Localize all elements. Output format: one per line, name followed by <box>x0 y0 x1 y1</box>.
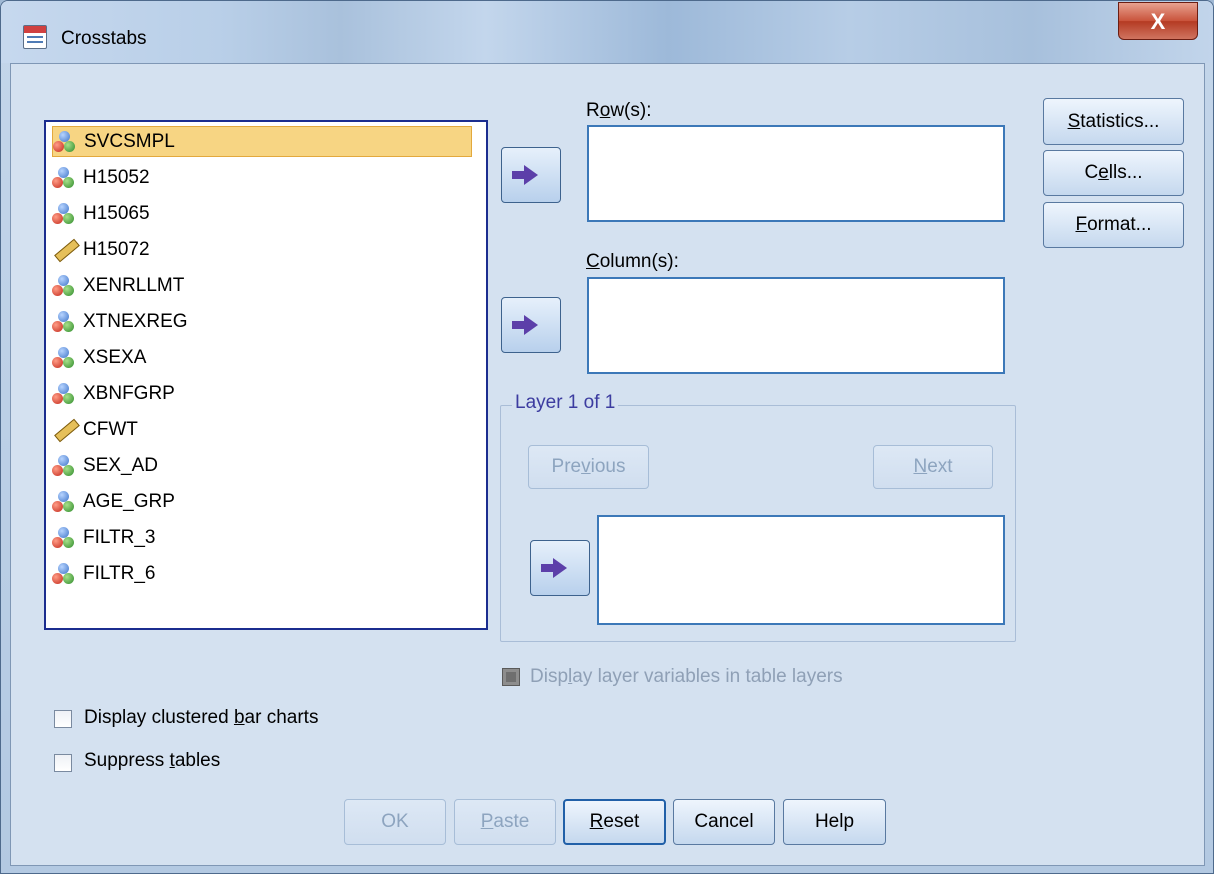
right-arrow-icon <box>541 558 567 578</box>
window-title: Crosstabs <box>61 28 147 49</box>
layer-target-list[interactable] <box>597 515 1005 625</box>
cancel-button[interactable]: Cancel <box>673 799 775 845</box>
crosstabs-dialog: Crosstabs X SVCSMPL H15052 H15065 H15072 XEN… <box>0 0 1214 874</box>
nominal-icon <box>52 490 74 513</box>
next-layer-button[interactable]: Next <box>873 445 993 489</box>
variable-name: H15052 <box>83 166 150 188</box>
variable-item[interactable]: XSEXA <box>52 342 472 373</box>
variable-item[interactable]: FILTR_6 <box>52 558 472 589</box>
variable-item[interactable]: FILTR_3 <box>52 522 472 553</box>
variable-name: SVCSMPL <box>84 130 175 152</box>
suppress-tables-label: Suppress tables <box>84 750 221 771</box>
layer-legend: Layer 1 of 1 <box>512 392 619 414</box>
nominal-icon <box>52 346 74 369</box>
nominal-icon <box>52 562 74 585</box>
nominal-icon <box>53 130 75 153</box>
variable-name: XTNEXREG <box>83 310 188 332</box>
display-layer-variables-label: Display layer variables in table layers <box>530 666 843 687</box>
variable-name: FILTR_3 <box>83 526 156 548</box>
variable-name: XSEXA <box>83 346 147 368</box>
display-layer-variables-checkbox[interactable] <box>502 668 520 686</box>
statistics-button[interactable]: Statistics... <box>1043 98 1184 145</box>
variable-item[interactable]: CFWT <box>52 414 472 445</box>
rows-target-list[interactable] <box>587 125 1005 222</box>
scale-icon <box>52 238 80 262</box>
nominal-icon <box>52 166 74 189</box>
scale-icon <box>52 418 80 442</box>
columns-target-list[interactable] <box>587 277 1005 374</box>
rows-label: Row(s): <box>586 100 652 121</box>
close-button[interactable]: X <box>1118 2 1198 40</box>
variable-item[interactable]: H15052 <box>52 162 472 193</box>
spss-app-icon <box>23 25 47 49</box>
variable-item[interactable]: SVCSMPL <box>52 126 472 157</box>
variable-item[interactable]: XBNFGRP <box>52 378 472 409</box>
variable-name: AGE_GRP <box>83 490 175 512</box>
reset-button[interactable]: Reset <box>563 799 666 845</box>
variable-name: XENRLLMT <box>83 274 185 296</box>
cells-button[interactable]: Cells... <box>1043 150 1184 196</box>
variable-name: FILTR_6 <box>83 562 156 584</box>
title-bar[interactable]: Crosstabs X <box>1 1 1213 63</box>
suppress-tables-checkbox[interactable] <box>54 754 72 772</box>
nominal-icon <box>52 382 74 405</box>
nominal-icon <box>52 526 74 549</box>
nominal-icon <box>52 454 74 477</box>
clustered-bar-charts-checkbox[interactable] <box>54 710 72 728</box>
variable-name: XBNFGRP <box>83 382 175 404</box>
paste-button[interactable]: Paste <box>454 799 556 845</box>
nominal-icon <box>52 202 74 225</box>
source-variable-list[interactable]: SVCSMPL H15052 H15065 H15072 XENRLLMT XTNEXRE… <box>44 120 488 630</box>
move-to-rows-button[interactable] <box>501 147 561 203</box>
nominal-icon <box>52 274 74 297</box>
variable-item[interactable]: XENRLLMT <box>52 270 472 301</box>
variable-item[interactable]: H15072 <box>52 234 472 265</box>
nominal-icon <box>52 310 74 333</box>
right-arrow-icon <box>512 315 538 335</box>
variable-name: CFWT <box>83 418 138 440</box>
variable-name: H15072 <box>83 238 150 260</box>
columns-label: Column(s): <box>586 251 679 272</box>
format-button[interactable]: Format... <box>1043 202 1184 248</box>
move-to-columns-button[interactable] <box>501 297 561 353</box>
ok-button[interactable]: OK <box>344 799 446 845</box>
previous-layer-button[interactable]: Previous <box>528 445 649 489</box>
variable-item[interactable]: SEX_AD <box>52 450 472 481</box>
right-arrow-icon <box>512 165 538 185</box>
clustered-bar-charts-label: Display clustered bar charts <box>84 707 319 728</box>
variable-item[interactable]: H15065 <box>52 198 472 229</box>
help-button[interactable]: Help <box>783 799 886 845</box>
variable-name: SEX_AD <box>83 454 158 476</box>
move-to-layer-button[interactable] <box>530 540 590 596</box>
dialog-body: SVCSMPL H15052 H15065 H15072 XENRLLMT XTNEXRE… <box>10 63 1205 866</box>
variable-item[interactable]: AGE_GRP <box>52 486 472 517</box>
variable-name: H15065 <box>83 202 150 224</box>
variable-item[interactable]: XTNEXREG <box>52 306 472 337</box>
